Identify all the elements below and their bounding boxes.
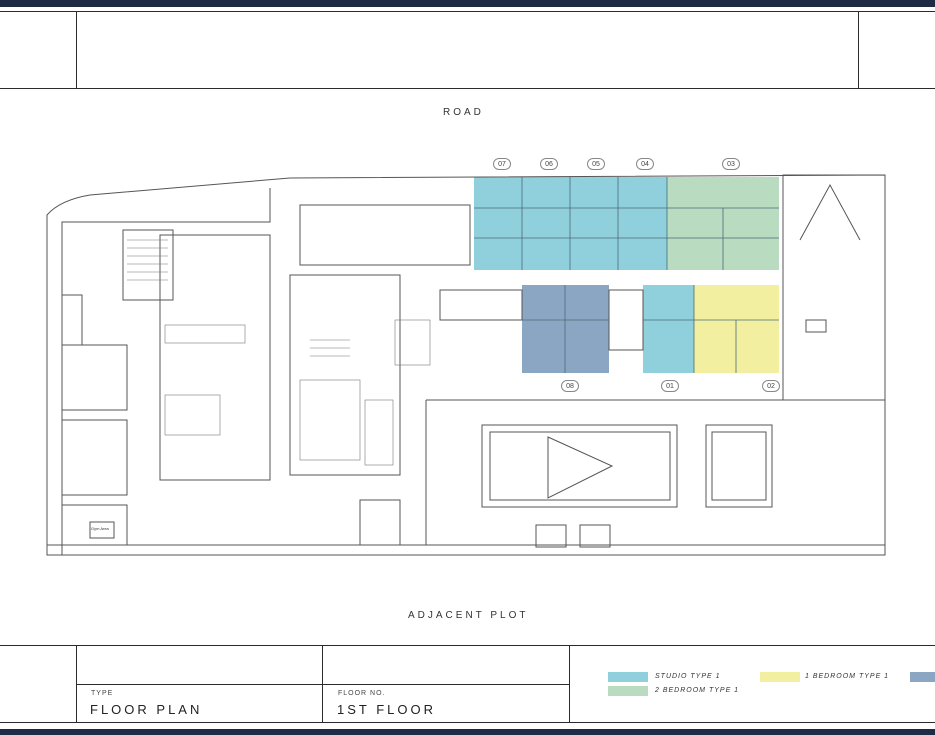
legend-label-2-bedroom: 2 BEDROOM TYPE 1 [655, 687, 740, 694]
unit-06-area [522, 177, 570, 270]
floor-caption: FLOOR NO. [338, 690, 386, 697]
unit-number-07: 07 [493, 158, 511, 170]
legend-swatch-1-bedroom [760, 672, 800, 682]
unit-number-02: 02 [762, 380, 780, 392]
adjacent-plot-label: ADJACENT PLOT [408, 610, 529, 621]
unit-07-area [474, 177, 522, 270]
unit-04-area [618, 177, 667, 270]
legend-swatch-2-bedroom [608, 686, 648, 696]
legend-swatch-other [910, 672, 935, 682]
unit-number-06: 06 [540, 158, 558, 170]
road-label: ROAD [443, 107, 484, 118]
unit-number-04: 04 [636, 158, 654, 170]
legend-label-1-bedroom: 1 BEDROOM TYPE 1 [805, 673, 890, 680]
unit-08-area [522, 285, 609, 373]
unit-02-area [694, 285, 779, 373]
gym-area-sign: Gym Area [91, 526, 109, 531]
legend-swatch-studio [608, 672, 648, 682]
unit-number-05: 05 [587, 158, 605, 170]
unit-01-area [643, 285, 694, 373]
floor-value: 1ST FLOOR [337, 702, 437, 717]
type-value: FLOOR PLAN [90, 702, 203, 717]
unit-number-03: 03 [722, 158, 740, 170]
type-caption: TYPE [91, 690, 114, 697]
unit-number-08: 08 [561, 380, 579, 392]
title-divider [76, 684, 570, 685]
unit-05-area [570, 177, 618, 270]
unit-number-01: 01 [661, 380, 679, 392]
legend-label-studio: STUDIO TYPE 1 [655, 673, 721, 680]
